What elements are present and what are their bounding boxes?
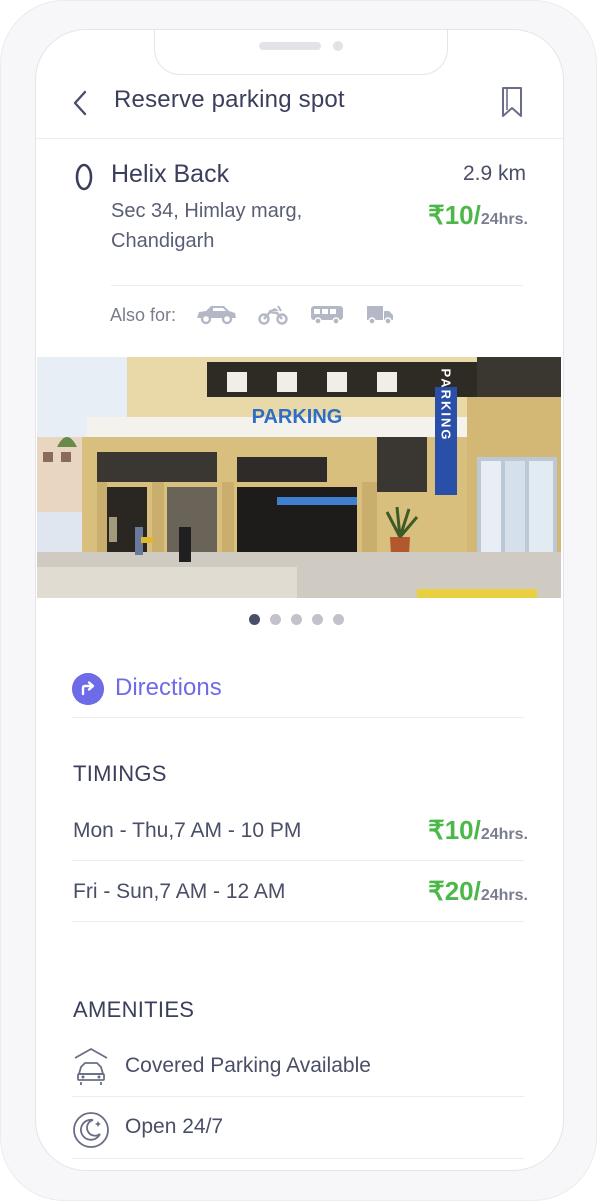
carousel-dot[interactable] bbox=[312, 614, 323, 625]
price-amount: ₹10/ bbox=[428, 200, 481, 230]
carousel-dot[interactable] bbox=[333, 614, 344, 625]
phone-screen: Reserve parking spot Helix Back 2.9 km S… bbox=[36, 30, 563, 1170]
divider bbox=[72, 717, 524, 718]
header-bar: Reserve parking spot bbox=[36, 70, 563, 139]
parking-price: ₹10/24hrs. bbox=[428, 200, 528, 231]
truck-icon bbox=[367, 306, 393, 325]
parking-sign-text: PARKING bbox=[252, 406, 343, 428]
amenity-label: Open 24/7 bbox=[125, 1115, 224, 1138]
amenities-title: AMENITIES bbox=[73, 997, 195, 1022]
front-camera bbox=[333, 41, 343, 51]
timing-price-amount: ₹10/ bbox=[428, 815, 481, 845]
carousel-dots bbox=[249, 612, 354, 630]
bookmark-icon[interactable] bbox=[500, 86, 524, 118]
phone-notch bbox=[154, 30, 448, 75]
divider bbox=[72, 921, 524, 922]
carousel-dot[interactable] bbox=[270, 614, 281, 625]
timings-title: TIMINGS bbox=[73, 761, 167, 786]
timing-row-label: Fri - Sun,7 AM - 12 AM bbox=[73, 880, 286, 903]
timing-price-unit: 24hrs. bbox=[480, 887, 528, 904]
directions-icon[interactable] bbox=[72, 673, 104, 705]
location-pin-icon bbox=[75, 163, 93, 191]
speaker-grille bbox=[259, 42, 321, 50]
car-icon bbox=[197, 306, 236, 325]
back-arrow-icon[interactable] bbox=[70, 88, 92, 118]
price-unit: 24hrs. bbox=[480, 211, 528, 228]
parking-name: Helix Back bbox=[111, 160, 230, 188]
bus-icon bbox=[311, 306, 343, 325]
carousel-dot[interactable] bbox=[249, 614, 260, 625]
carousel-dot[interactable] bbox=[291, 614, 302, 625]
timing-price-amount: ₹20/ bbox=[428, 876, 481, 906]
address-line-1: Sec 34, Himlay marg, bbox=[111, 200, 303, 222]
directions-link[interactable]: Directions bbox=[115, 674, 222, 702]
vertical-sign-text: PARKING bbox=[439, 369, 454, 442]
divider bbox=[72, 860, 524, 861]
address-line-2: Chandigarh bbox=[111, 230, 215, 252]
bike-icon bbox=[258, 305, 288, 325]
timing-price-unit: 24hrs. bbox=[480, 826, 528, 843]
timing-row-price: ₹20/24hrs. bbox=[428, 876, 528, 907]
open-24-7-icon bbox=[73, 1112, 109, 1148]
also-for-label: Also for: bbox=[110, 305, 177, 325]
parking-distance: 2.9 km bbox=[462, 162, 526, 185]
page-title: Reserve parking spot bbox=[114, 86, 345, 113]
parking-photo: PARKING PARKING bbox=[37, 357, 561, 598]
divider bbox=[72, 1096, 524, 1097]
covered-parking-icon bbox=[74, 1048, 108, 1085]
timing-row-price: ₹10/24hrs. bbox=[428, 815, 528, 846]
timing-row-label: Mon - Thu,7 AM - 10 PM bbox=[73, 819, 302, 842]
divider bbox=[111, 285, 523, 286]
amenity-label: Covered Parking Available bbox=[125, 1054, 371, 1077]
divider bbox=[72, 1158, 524, 1159]
